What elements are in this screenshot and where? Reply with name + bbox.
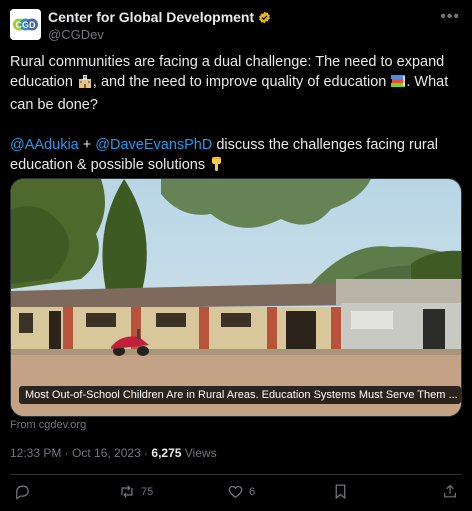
divider [10,474,462,475]
action-bar: 75 6 [0,481,472,505]
retweet-icon [121,485,133,498]
cgd-logo: CGD [10,9,41,40]
tweet-text: Rural communities are facing a dual chal… [10,52,460,178]
share-icon [444,484,456,498]
avatar[interactable]: CGD [10,9,41,40]
tweet-line1-b: , and the need to improve quality of edu… [92,74,387,90]
share-button[interactable] [442,483,458,500]
card-caption[interactable]: Most Out-of-School Children Are in Rural… [19,386,461,404]
bookmark-icon [335,484,346,500]
card-source[interactable]: From cgdev.org [10,419,86,431]
pointing-down-emoji-icon [209,156,224,178]
views-label: Views [181,446,217,460]
retweet-count: 75 [141,485,154,498]
school-emoji-icon [77,73,93,95]
bookmark-button[interactable] [333,483,348,500]
mention-aadukia-link[interactable]: @AAdukia [10,137,79,153]
reply-icon [16,485,29,500]
verified-badge-icon [258,11,271,24]
books-emoji-icon [390,73,406,95]
account-name[interactable]: Center for Global Development [48,9,271,25]
school-photo [11,179,461,416]
avatar-text: CGD [16,20,37,30]
views-count: 6,275 [151,446,182,460]
timestamp[interactable]: 12:33 PM · Oct 16, 2023 · [10,446,151,460]
like-count: 6 [249,485,256,498]
account-handle[interactable]: @CGDev [48,27,104,42]
reply-button[interactable] [14,483,31,500]
plus-text: + [78,137,96,153]
heart-icon [228,485,243,498]
link-card[interactable]: Most Out-of-School Children Are in Rural… [10,178,462,417]
mention-daveevansphd-link[interactable]: @DaveEvansPhD [95,137,212,153]
more-options-icon[interactable]: ••• [440,8,460,26]
like-button[interactable]: 6 [227,483,255,500]
account-name-text[interactable]: Center for Global Development [48,9,254,25]
retweet-button[interactable]: 75 [118,483,153,500]
tweet-meta: 12:33 PM · Oct 16, 2023 · 6,275 Views [10,446,217,460]
